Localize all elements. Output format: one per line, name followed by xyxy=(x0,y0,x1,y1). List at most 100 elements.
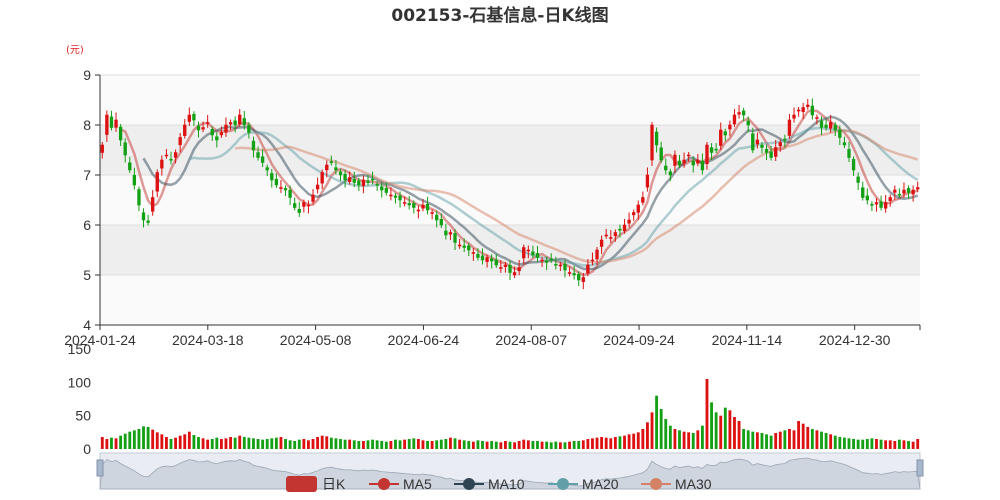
volume-bar[interactable] xyxy=(114,438,118,449)
volume-bar[interactable] xyxy=(691,433,695,449)
volume-bar[interactable] xyxy=(320,435,324,449)
volume-bar[interactable] xyxy=(490,441,494,449)
volume-bar[interactable] xyxy=(778,431,782,449)
volume-bar[interactable] xyxy=(499,442,503,449)
volume-bar[interactable] xyxy=(476,440,480,449)
volume-bar[interactable] xyxy=(439,439,443,449)
volume-bar[interactable] xyxy=(852,439,855,449)
volume-bar[interactable] xyxy=(673,429,677,449)
volume-bar[interactable] xyxy=(563,442,567,449)
volume-bar[interactable] xyxy=(155,432,159,449)
volume-bar[interactable] xyxy=(820,431,823,449)
volume-bar[interactable] xyxy=(247,437,251,449)
volume-bar[interactable] xyxy=(467,441,471,449)
volume-bar[interactable] xyxy=(760,433,764,449)
volume-bar[interactable] xyxy=(329,437,333,449)
volume-bar[interactable] xyxy=(710,402,713,449)
volume-bar[interactable] xyxy=(508,441,512,449)
volume-bar[interactable] xyxy=(618,436,622,449)
volume-bar[interactable] xyxy=(572,441,576,449)
volume-bar[interactable] xyxy=(902,440,906,449)
volume-bar[interactable] xyxy=(426,441,429,449)
volume-bar[interactable] xyxy=(733,417,736,449)
volume-bar[interactable] xyxy=(728,410,732,449)
volume-bar[interactable] xyxy=(788,429,791,449)
volume-bar[interactable] xyxy=(462,440,466,449)
volume-bar[interactable] xyxy=(389,441,393,449)
volume-bar[interactable] xyxy=(169,439,173,449)
volume-bar[interactable] xyxy=(371,439,374,449)
volume-bar[interactable] xyxy=(870,438,874,449)
volume-bar[interactable] xyxy=(201,438,205,449)
volume-bar[interactable] xyxy=(206,439,210,449)
volume-bar[interactable] xyxy=(242,437,246,449)
volume-bar[interactable] xyxy=(256,439,260,449)
volume-bar[interactable] xyxy=(806,427,810,449)
volume-bar[interactable] xyxy=(128,431,132,449)
volume-bar[interactable] xyxy=(893,441,897,449)
volume-bar[interactable] xyxy=(536,441,539,449)
volume-bar[interactable] xyxy=(503,441,507,449)
volume-bar[interactable] xyxy=(311,439,315,449)
volume-bar[interactable] xyxy=(751,431,755,449)
volume-bar[interactable] xyxy=(123,433,127,449)
volume-bar[interactable] xyxy=(238,435,242,449)
volume-bar[interactable] xyxy=(719,415,723,449)
volume-bar[interactable] xyxy=(178,435,182,449)
volume-bar[interactable] xyxy=(668,425,672,449)
volume-bar[interactable] xyxy=(613,437,617,449)
volume-bar[interactable] xyxy=(678,430,681,449)
volume-bar[interactable] xyxy=(815,430,819,449)
volume-bar[interactable] xyxy=(416,439,420,449)
volume-bar[interactable] xyxy=(861,439,865,449)
volume-bar[interactable] xyxy=(522,439,526,449)
volume-series[interactable] xyxy=(100,379,920,449)
volume-bar[interactable] xyxy=(293,441,297,449)
volume-bar[interactable] xyxy=(380,441,384,449)
volume-bar[interactable] xyxy=(357,441,361,449)
volume-bar[interactable] xyxy=(471,441,475,449)
volume-bar[interactable] xyxy=(591,438,594,449)
volume-bar[interactable] xyxy=(609,438,613,449)
volume-bar[interactable] xyxy=(742,429,746,449)
volume-bar[interactable] xyxy=(829,434,833,449)
volume-bar[interactable] xyxy=(554,441,558,449)
volume-bar[interactable] xyxy=(151,429,155,449)
volume-bar[interactable] xyxy=(343,439,347,449)
volume-bar[interactable] xyxy=(398,440,402,449)
volume-bar[interactable] xyxy=(723,407,727,449)
volume-bar[interactable] xyxy=(916,439,920,449)
volume-bar[interactable] xyxy=(192,435,196,449)
volume-bar[interactable] xyxy=(325,436,329,449)
volume-bar[interactable] xyxy=(646,422,649,449)
volume-bar[interactable] xyxy=(137,429,141,449)
volume-bar[interactable] xyxy=(517,441,521,449)
volume-bar[interactable] xyxy=(865,439,869,449)
volume-bar[interactable] xyxy=(252,438,255,449)
volume-bar[interactable] xyxy=(165,437,168,449)
volume-bar[interactable] xyxy=(279,437,283,449)
volume-bar[interactable] xyxy=(403,439,407,449)
volume-bar[interactable] xyxy=(375,440,379,449)
volume-bar[interactable] xyxy=(888,440,892,449)
volume-bar[interactable] xyxy=(879,439,883,449)
volume-bar[interactable] xyxy=(577,441,581,449)
volume-bar[interactable] xyxy=(897,439,901,449)
volume-bar[interactable] xyxy=(348,439,352,449)
volume-bar[interactable] xyxy=(215,437,219,449)
volume-bar[interactable] xyxy=(513,442,517,449)
volume-bar[interactable] xyxy=(595,437,599,449)
volume-bar[interactable] xyxy=(765,434,768,449)
volume-bar[interactable] xyxy=(696,430,700,449)
volume-bar[interactable] xyxy=(526,440,530,449)
volume-bar[interactable] xyxy=(650,412,654,449)
volume-bar[interactable] xyxy=(407,439,411,449)
volume-bar[interactable] xyxy=(664,419,668,449)
volume-bar[interactable] xyxy=(655,395,659,449)
volume-bar[interactable] xyxy=(261,439,265,449)
volume-bar[interactable] xyxy=(339,439,342,449)
volume-bar[interactable] xyxy=(307,440,310,449)
volume-bar[interactable] xyxy=(430,441,434,449)
volume-bar[interactable] xyxy=(210,439,214,449)
volume-bar[interactable] xyxy=(160,434,164,449)
